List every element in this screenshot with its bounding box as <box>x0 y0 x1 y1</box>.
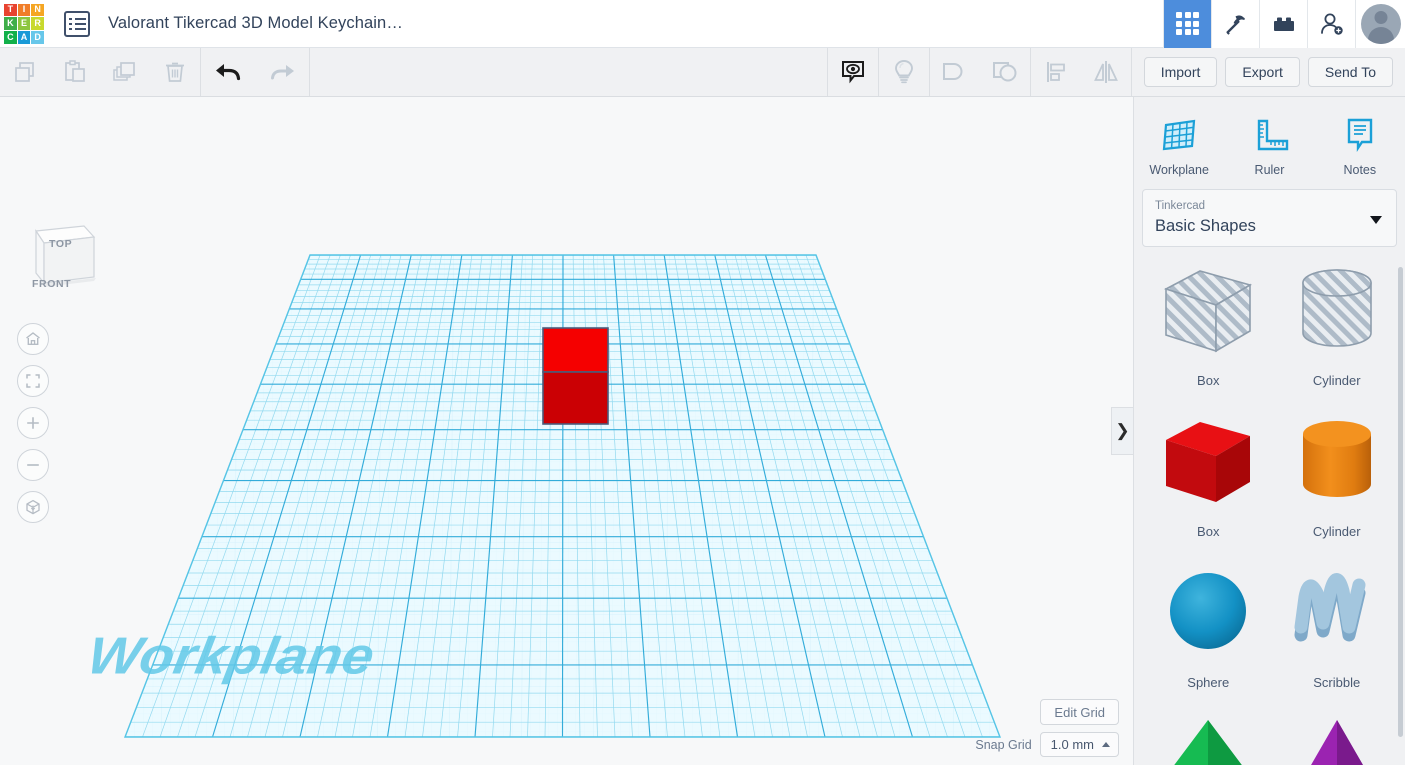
workplane-tool[interactable]: Workplane <box>1134 105 1224 177</box>
panel-tool-label: Notes <box>1343 163 1377 177</box>
shape-cylinder-hole[interactable]: Cylinder <box>1273 259 1402 388</box>
logo-tile-n: N <box>31 3 44 17</box>
duplicate-button[interactable] <box>100 48 150 96</box>
workplane-grid: Workplane <box>83 254 1002 738</box>
snap-grid-label: Snap Grid <box>975 737 1032 752</box>
shape-cone[interactable]: Cone <box>1273 712 1402 765</box>
view-cube-top-label[interactable]: TOP <box>49 238 72 250</box>
notes-icon <box>1347 118 1373 152</box>
document-list-icon[interactable] <box>64 10 90 37</box>
logo-tile-a: A <box>17 30 31 44</box>
cylinder-hole-thumbnail <box>1283 259 1391 363</box>
workplane-watermark: Workplane <box>83 627 378 685</box>
page-title: Valorant Tikercad 3D Model Keychain… <box>108 14 403 32</box>
lego-brick-icon[interactable] <box>1259 0 1307 48</box>
fit-to-view-icon[interactable] <box>17 365 49 397</box>
perspective-toggle-icon[interactable] <box>17 491 49 523</box>
roof-thumbnail <box>1154 712 1262 765</box>
workplane-grid-icon <box>1162 119 1196 151</box>
logo-tile-i: I <box>17 3 31 17</box>
panel-tool-label: Ruler <box>1254 163 1285 177</box>
viewport-nav-controls <box>17 323 49 523</box>
group-icon[interactable] <box>980 48 1030 96</box>
3d-viewport[interactable]: Workplane TOP FRONT Edit Grid Snap Grid … <box>0 97 1133 765</box>
scribble-thumbnail <box>1283 561 1391 665</box>
snap-grid-select[interactable]: 1.0 mm <box>1039 732 1119 757</box>
align-icon[interactable] <box>1031 48 1081 96</box>
delete-button[interactable] <box>150 48 200 96</box>
shape-label: Scribble <box>1313 675 1361 690</box>
shape-box-hole[interactable]: Box <box>1144 259 1273 388</box>
panel-tools: Workplane Ruler Notes <box>1134 97 1405 185</box>
redo-button[interactable] <box>255 48 309 96</box>
logo-tile-c: C <box>4 30 17 44</box>
shape-label: Box <box>1197 524 1220 539</box>
panel-tool-label: Workplane <box>1149 163 1209 177</box>
shape-label: Sphere <box>1187 675 1230 690</box>
box-hole-thumbnail <box>1154 259 1262 363</box>
shape-library-select[interactable]: Tinkercad Basic Shapes <box>1142 189 1397 247</box>
shape-box-solid[interactable]: Box <box>1144 410 1273 539</box>
apps-grid-icon[interactable] <box>1163 0 1211 48</box>
logo-tile-r: R <box>31 17 44 30</box>
edit-toolbar: Import Export Send To <box>0 48 1405 97</box>
top-bar: TIN KER CAD Valorant Tikercad 3D Model Key… <box>0 0 1405 48</box>
notes-tool[interactable]: Notes <box>1315 105 1405 177</box>
undo-button[interactable] <box>201 48 255 96</box>
shape-cylinder-solid[interactable]: Cylinder <box>1273 410 1402 539</box>
zoom-out-icon[interactable] <box>17 449 49 481</box>
caret-up-icon <box>1102 742 1110 747</box>
chevron-down-icon <box>1370 216 1382 224</box>
import-button[interactable]: Import <box>1143 57 1218 87</box>
logo-tile-d: D <box>31 30 44 44</box>
document-actions: Import Export Send To <box>1132 57 1405 87</box>
shape-label: Box <box>1197 373 1220 388</box>
ruler-icon <box>1258 119 1289 151</box>
red-box-object <box>542 327 609 425</box>
ungroup-icon[interactable] <box>930 48 980 96</box>
toolbar-divider <box>309 48 310 96</box>
copy-button[interactable] <box>0 48 50 96</box>
panel-collapse-button[interactable]: ❯ <box>1111 407 1133 455</box>
shape-roof[interactable]: Roof <box>1144 712 1273 765</box>
zoom-in-icon[interactable] <box>17 407 49 439</box>
lightbulb-icon[interactable] <box>879 48 929 96</box>
shapes-list[interactable]: Box Cylinder Box Cylinder Sphere Scribbl… <box>1134 259 1405 765</box>
box-solid-thumbnail <box>1154 410 1262 514</box>
edit-grid-button[interactable]: Edit Grid <box>1040 699 1119 725</box>
view-cube[interactable]: TOP FRONT <box>22 215 102 303</box>
home-view-icon[interactable] <box>17 323 49 355</box>
show-hide-icon[interactable] <box>828 48 878 96</box>
cylinder-solid-thumbnail <box>1283 410 1391 514</box>
sphere-thumbnail <box>1154 561 1262 665</box>
shape-scribble[interactable]: Scribble <box>1273 561 1402 690</box>
tinkercad-logo[interactable]: TIN KER CAD <box>2 2 46 46</box>
user-avatar[interactable] <box>1355 0 1405 48</box>
pickaxe-icon[interactable] <box>1211 0 1259 48</box>
library-provider-label: Tinkercad <box>1155 200 1206 213</box>
shapes-panel: Workplane Ruler Notes Tinkercad Basic Sh… <box>1133 97 1405 765</box>
paste-button[interactable] <box>50 48 100 96</box>
shape-label: Cylinder <box>1312 524 1361 539</box>
add-person-icon[interactable] <box>1307 0 1355 48</box>
snap-grid-control: Snap Grid 1.0 mm <box>975 732 1119 757</box>
logo-tile-k: K <box>4 17 17 30</box>
shape-sphere[interactable]: Sphere <box>1144 561 1273 690</box>
view-cube-front-label[interactable]: FRONT <box>32 278 71 290</box>
shapes-scrollbar[interactable] <box>1398 267 1403 737</box>
top-right-icons <box>1163 0 1405 48</box>
tinkercad-editor: TIN KER CAD Valorant Tikercad 3D Model Key… <box>0 0 1405 765</box>
logo-tile-t: T <box>4 3 17 17</box>
export-button[interactable]: Export <box>1225 57 1300 87</box>
send-to-button[interactable]: Send To <box>1307 57 1393 87</box>
mirror-icon[interactable] <box>1081 48 1131 96</box>
cone-thumbnail <box>1283 712 1391 765</box>
shape-label: Cylinder <box>1312 373 1361 388</box>
logo-tile-e: E <box>17 17 31 30</box>
ruler-tool[interactable]: Ruler <box>1224 105 1314 177</box>
library-selected-value: Basic Shapes <box>1155 216 1256 235</box>
snap-grid-value: 1.0 mm <box>1050 737 1094 752</box>
